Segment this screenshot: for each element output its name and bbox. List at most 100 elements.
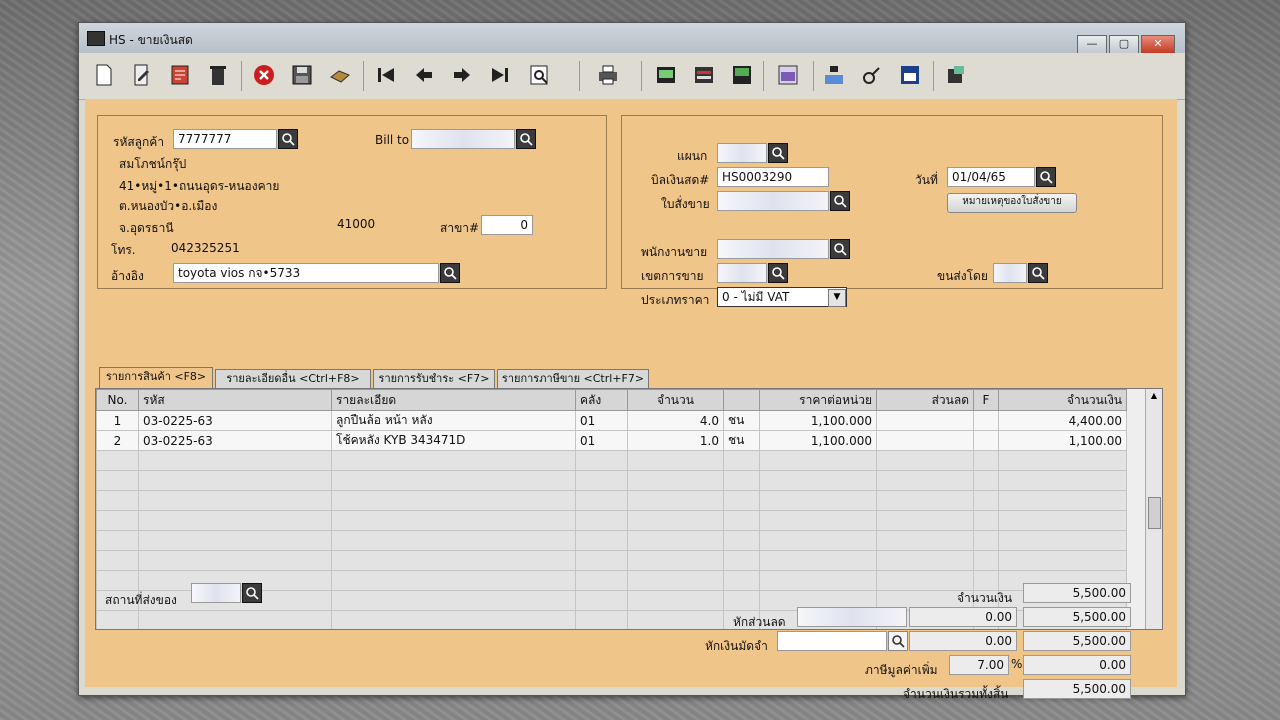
prev-icon[interactable] [409,61,439,89]
table-row[interactable]: 1 03-0225-63 ลูกปืนล้อ หน้า หลัง 01 4.0 … [96,410,1127,431]
title-bar: HS - ขายเงินสด — ▢ ✕ [79,23,1185,54]
save-icon[interactable] [287,61,317,89]
deposit-search-icon[interactable] [888,631,908,651]
delivery-place-field[interactable] [191,583,241,603]
report-icon[interactable] [651,61,681,89]
scroll-thumb[interactable] [1148,497,1161,529]
vat-label: ภาษีมูลค่าเพิ่ม [865,663,938,677]
tab-products[interactable]: รายการสินค้า <F8> [99,367,213,389]
discount-text-field[interactable] [797,607,907,627]
department-lookup-icon[interactable] [768,143,788,163]
branch-field[interactable]: 0 [481,215,533,235]
search-icon[interactable] [525,61,555,89]
sales-order-field[interactable] [717,191,829,211]
billto-lookup-icon[interactable] [516,129,536,149]
empty-row[interactable] [96,450,1127,471]
key-icon[interactable] [857,61,887,89]
shipping-lookup-icon[interactable] [1028,263,1048,283]
empty-row[interactable] [96,510,1127,531]
customer-lookup-icon[interactable] [278,129,298,149]
ok-icon[interactable] [819,61,849,89]
first-icon[interactable] [371,61,401,89]
close-button[interactable]: ✕ [1141,35,1175,54]
reference-field[interactable]: toyota vios กจ•5733 [173,263,439,283]
customer-code-field[interactable]: 7777777 [173,129,277,149]
date-picker-icon[interactable] [1036,167,1056,187]
empty-row[interactable] [96,530,1127,551]
col-no[interactable]: No. [96,389,139,411]
col-f[interactable]: F [973,389,999,411]
col-code[interactable]: รหัส [138,389,332,411]
col-unit-price[interactable]: ราคาต่อหน่วย [759,389,877,411]
table-row[interactable]: 2 03-0225-63 โช้คหลัง KYB 343471D 01 1.0… [96,430,1127,451]
phone-value: 042325251 [171,241,240,255]
maximize-button[interactable]: ▢ [1109,35,1139,54]
tab-sales-tax[interactable]: รายการภาษีขาย <Ctrl+F7> [497,369,649,388]
col-description[interactable]: รายละเอียด [331,389,576,411]
toolbar-separator [641,61,642,91]
col-amount[interactable]: จำนวนเงิน [998,389,1127,411]
tab-other-details[interactable]: รายละเอียดอื่น <Ctrl+F8> [215,369,371,388]
department-field[interactable] [717,143,767,163]
row-discount [876,430,974,451]
salesman-field[interactable] [717,239,829,259]
branch-label: สาขา# [440,221,480,235]
shipping-field[interactable] [993,263,1027,283]
db-icon[interactable] [941,61,971,89]
date-field[interactable]: 01/04/65 [947,167,1035,187]
chevron-down-icon[interactable]: ▼ [828,289,846,307]
col-quantity[interactable]: จำนวน [627,389,724,411]
billto-field[interactable] [411,129,515,149]
row-description: ลูกปืนล้อ หน้า หลัง [331,410,576,431]
printer-icon[interactable] [593,61,623,89]
salesman-label: พนักงานขาย [641,245,708,259]
ok2-icon[interactable] [895,61,925,89]
print-form-icon[interactable] [165,61,195,89]
sales-area-field[interactable] [717,263,767,283]
approve-icon[interactable] [325,61,355,89]
toolbar [79,53,1185,100]
empty-row[interactable] [96,470,1127,491]
cancel-icon[interactable] [249,61,279,89]
minimize-button[interactable]: — [1077,35,1107,54]
customer-address-2: ต.หนองบัว•อ.เมือง [119,199,218,213]
deposit-field[interactable]: 0.00 [909,631,1017,651]
department-label: แผนก [677,149,708,163]
new-icon[interactable] [89,61,119,89]
row-code: 03-0225-63 [138,410,332,431]
last-icon[interactable] [485,61,515,89]
salesman-lookup-icon[interactable] [830,239,850,259]
col-discount[interactable]: ส่วนลด [876,389,974,411]
col-warehouse[interactable]: คลัง [575,389,628,411]
deposit-text-field[interactable] [777,631,887,651]
row-code: 03-0225-63 [138,430,332,451]
delivery-lookup-icon[interactable] [242,583,262,603]
vat-amount-field: 0.00 [1023,655,1131,675]
toolbar-separator [933,61,934,91]
sales-area-lookup-icon[interactable] [768,263,788,283]
data-icon[interactable] [727,61,757,89]
row-no: 2 [96,430,139,451]
sales-order-lookup-icon[interactable] [830,191,850,211]
tab-payments[interactable]: รายการรับชำระ <F7> [373,369,495,388]
calc-icon[interactable] [773,61,803,89]
next-icon[interactable] [447,61,477,89]
discount-field[interactable]: 0.00 [909,607,1017,627]
edit-icon[interactable] [127,61,157,89]
vertical-scrollbar[interactable]: ▲ [1145,389,1162,629]
customer-address-3: จ.อุดรธานี [119,221,174,235]
empty-row[interactable] [96,550,1127,571]
delete-icon[interactable] [203,61,233,89]
customer-zip: 41000 [337,217,376,231]
scroll-up-icon[interactable]: ▲ [1148,391,1160,403]
empty-row[interactable] [96,490,1127,511]
sales-order-label: ใบสั่งขาย [661,197,710,211]
bill-number-field[interactable]: HS0003290 [717,167,829,187]
tape-icon[interactable] [689,61,719,89]
row-warehouse: 01 [575,430,628,451]
shipping-label: ขนส่งโดย [937,269,988,283]
order-note-button[interactable]: หมายเหตุของใบสั่งขาย [947,193,1077,213]
col-unit[interactable] [723,389,760,411]
vat-rate-field[interactable]: 7.00 [949,655,1009,675]
reference-lookup-icon[interactable] [440,263,460,283]
